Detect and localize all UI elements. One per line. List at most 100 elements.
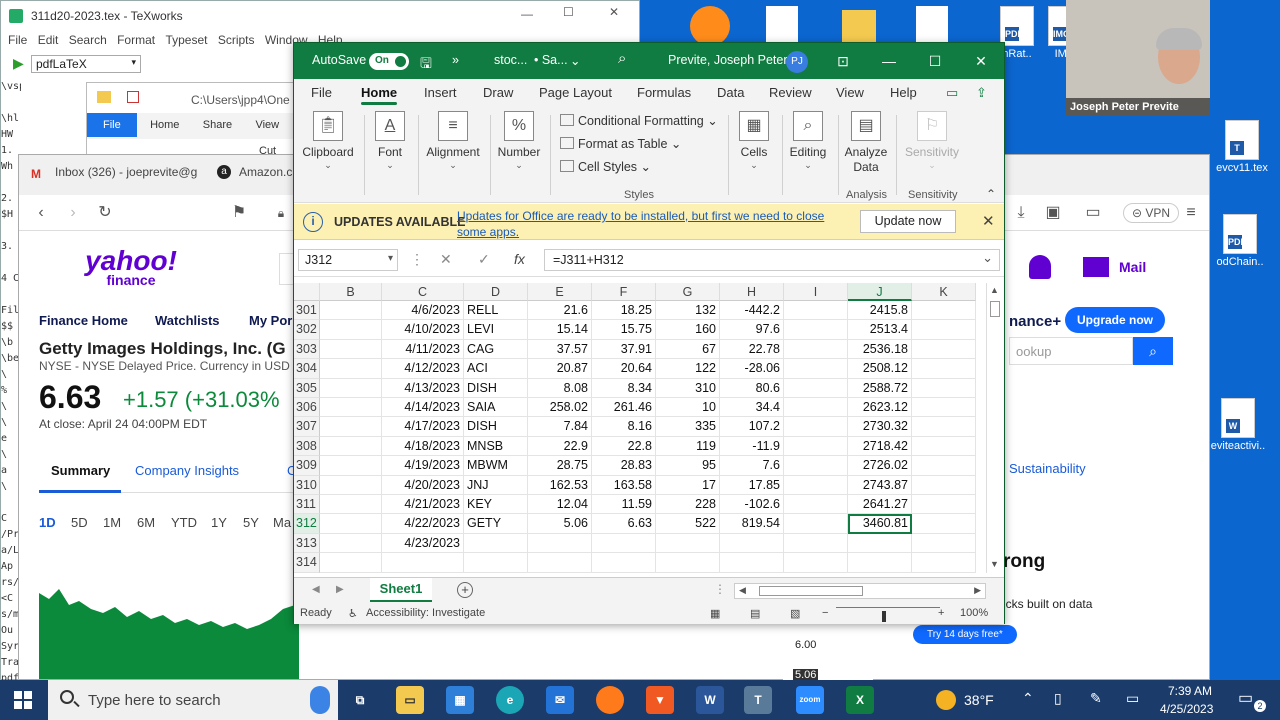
column-header-g[interactable]: G [656, 283, 720, 301]
tab-view[interactable]: View [836, 85, 864, 100]
cell-e[interactable]: 37.57 [528, 339, 592, 360]
usb-icon[interactable]: ▯ [1054, 690, 1062, 707]
menu-format[interactable]: Format [117, 33, 155, 47]
cell-d[interactable]: CAG [464, 339, 528, 360]
cell-f[interactable]: 18.25 [592, 301, 656, 321]
cell-h[interactable]: 22.78 [720, 339, 784, 360]
cell-h[interactable]: 17.85 [720, 475, 784, 495]
cell-e[interactable]: 22.9 [528, 436, 592, 457]
cell-f[interactable]: 28.83 [592, 456, 656, 476]
zoom-video-tile[interactable]: Joseph Peter Previte [1066, 0, 1210, 116]
zoom-out-icon[interactable]: − [822, 607, 828, 619]
alignment-group[interactable]: ≡ Alignment ⌄ [424, 111, 482, 171]
enter-icon[interactable]: ✓ [478, 251, 490, 268]
cell-g[interactable] [656, 553, 720, 573]
bell-icon[interactable] [1029, 255, 1051, 279]
cell-j[interactable]: 2588.72 [848, 378, 912, 398]
column-header-d[interactable]: D [464, 283, 528, 301]
cell-i[interactable] [784, 378, 848, 398]
nav-portfolio[interactable]: My Por [249, 313, 292, 328]
cell-i[interactable] [784, 398, 848, 418]
browser-tab-inbox[interactable]: Inbox (326) - joeprevite@g [55, 165, 197, 179]
cell-j[interactable]: 2718.42 [848, 436, 912, 457]
cell-e[interactable] [528, 553, 592, 573]
tab-insert[interactable]: Insert [424, 85, 457, 100]
cell-b[interactable] [320, 359, 382, 379]
row-header[interactable]: 310 [294, 475, 320, 495]
tab-home[interactable]: Home [361, 85, 398, 105]
menu-icon[interactable]: ≡ [1181, 203, 1201, 223]
forward-icon[interactable]: › [63, 203, 83, 223]
typeset-play-icon[interactable]: ▶ [13, 55, 24, 72]
file-name[interactable]: stoc... [494, 53, 527, 67]
mail-icon[interactable] [1083, 257, 1109, 277]
edge-icon[interactable]: e [496, 686, 524, 714]
cell-d[interactable] [464, 533, 528, 554]
tab-company-insights[interactable]: Company Insights [135, 463, 239, 478]
firefox-desktop-icon[interactable] [690, 6, 730, 46]
close-icon[interactable]: ✕ [609, 5, 619, 19]
cell-f[interactable]: 20.64 [592, 359, 656, 379]
analyze-data-button[interactable]: ▤ Analyze Data [842, 111, 890, 175]
excel-taskbar-icon[interactable]: X [846, 686, 874, 714]
maximize-icon[interactable]: ☐ [920, 49, 950, 73]
cell-f[interactable]: 261.46 [592, 398, 656, 418]
cell-e[interactable]: 162.53 [528, 475, 592, 495]
scroll-down-icon[interactable]: ▼ [990, 559, 999, 569]
cell-f[interactable]: 37.91 [592, 339, 656, 360]
row-header[interactable]: 312 [294, 514, 320, 534]
tab-help[interactable]: Help [890, 85, 917, 100]
cell-k[interactable] [912, 495, 976, 515]
texworks-taskbar-icon[interactable]: T [744, 686, 772, 714]
desktop-icon-tex[interactable]: T evcv11.tex [1214, 120, 1270, 174]
windows-start-icon[interactable] [14, 691, 32, 709]
cell-i[interactable] [784, 514, 848, 534]
cell-b[interactable] [320, 378, 382, 398]
trial-button[interactable]: Try 14 days free* [913, 625, 1017, 644]
page-layout-view-icon[interactable]: ▤ [750, 607, 760, 620]
cell-g[interactable]: 160 [656, 320, 720, 340]
autosave-toggle[interactable]: On [369, 53, 409, 70]
column-header-k[interactable]: K [912, 283, 976, 301]
explorer-tab-file[interactable]: File [87, 113, 137, 137]
cell-g[interactable]: 228 [656, 495, 720, 515]
explorer-tab-share[interactable]: Share [193, 113, 242, 137]
mail-link[interactable]: Mail [1119, 259, 1146, 275]
minimize-icon[interactable]: — [521, 7, 533, 21]
browser-tab-amazon[interactable]: Amazon.c [239, 165, 292, 179]
explorer-path[interactable]: C:\Users\jpp4\One [191, 93, 290, 107]
cell-d[interactable]: ACI [464, 359, 528, 379]
row-header[interactable]: 308 [294, 436, 320, 457]
cell-h[interactable]: -28.06 [720, 359, 784, 379]
scroll-thumb[interactable] [990, 301, 1000, 317]
nav-finance-home[interactable]: Finance Home [39, 313, 128, 328]
cell-g[interactable]: 119 [656, 436, 720, 457]
cell-d[interactable]: LEVI [464, 320, 528, 340]
cell-c[interactable]: 4/20/2023 [382, 475, 464, 495]
cell-styles-button[interactable]: Cell Styles ⌄ [560, 159, 718, 182]
reload-icon[interactable]: ↻ [95, 203, 115, 223]
editing-group[interactable]: ⌕ Editing ⌄ [788, 111, 828, 171]
cell-g[interactable]: 17 [656, 475, 720, 495]
cell-k[interactable] [912, 417, 976, 437]
cell-h[interactable]: 107.2 [720, 417, 784, 437]
clock-date[interactable]: 4/25/2023 [1160, 702, 1213, 716]
cell-h[interactable]: 819.54 [720, 514, 784, 534]
cell-d[interactable] [464, 553, 528, 573]
column-header-j[interactable]: J [848, 283, 912, 301]
cell-f[interactable]: 11.59 [592, 495, 656, 515]
row-header[interactable]: 302 [294, 320, 320, 340]
row-header[interactable]: 306 [294, 398, 320, 418]
cell-e[interactable]: 5.06 [528, 514, 592, 534]
cell-c[interactable]: 4/23/2023 [382, 533, 464, 554]
range-5d[interactable]: 5D [71, 515, 88, 530]
doc-desktop-icon[interactable] [766, 6, 798, 44]
cell-d[interactable]: MBWM [464, 456, 528, 476]
cell-c[interactable] [382, 553, 464, 573]
cell-j[interactable]: 2730.32 [848, 417, 912, 437]
normal-view-icon[interactable]: ▦ [710, 607, 720, 620]
cell-e[interactable]: 12.04 [528, 495, 592, 515]
scroll-left-icon[interactable]: ◀ [739, 585, 746, 596]
font-group[interactable]: A Font ⌄ [370, 111, 410, 171]
cell-h[interactable] [720, 533, 784, 554]
